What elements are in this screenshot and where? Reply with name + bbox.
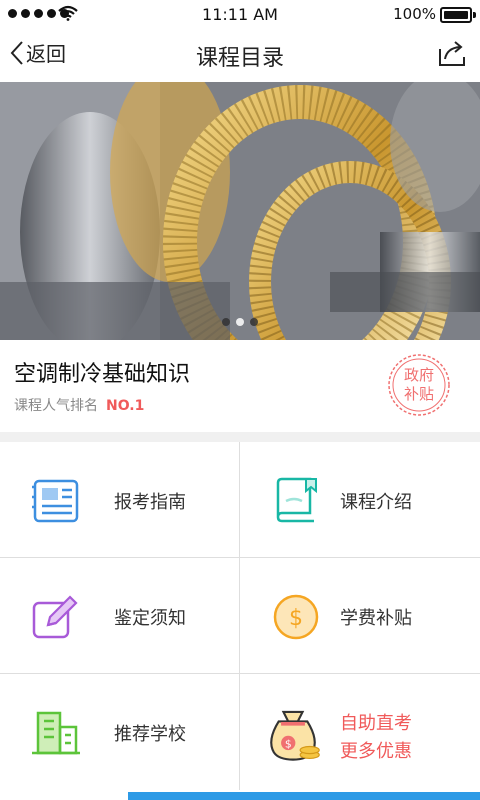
course-title: 空调制冷基础知识 (14, 362, 191, 387)
status-bar: 11:11 AM 100% (0, 0, 480, 28)
newspaper-icon (32, 479, 79, 523)
course-rank: 课程人气排名 NO.1 (14, 395, 144, 415)
menu-label: 鉴定须知 (114, 608, 186, 629)
bottom-action-strip (0, 790, 480, 800)
menu-item-recommended-schools[interactable]: 推荐学校 (0, 674, 240, 790)
section-divider (0, 432, 480, 442)
menu-label: 学费补贴 (340, 608, 412, 629)
battery-icon (440, 7, 472, 23)
menu-item-appraisal-notes[interactable]: 鉴定须知 (0, 558, 240, 674)
subsidy-stamp: 政府 补贴 (386, 352, 452, 418)
rank-label: 课程人气排名 (14, 398, 98, 414)
dollar-coin-icon: $ (273, 594, 319, 640)
money-bag-icon: $ (270, 710, 320, 761)
school-building-icon (32, 711, 80, 755)
navigation-bar: 返回 课程目录 (0, 28, 480, 82)
carousel-indicator[interactable] (0, 318, 480, 326)
carousel-dot[interactable] (222, 318, 230, 326)
menu-label: 推荐学校 (114, 724, 186, 745)
course-info: 空调制冷基础知识 课程人气排名 NO.1 政府 补贴 (0, 340, 480, 432)
carousel-dot-active[interactable] (236, 318, 244, 326)
book-bookmark-icon (276, 477, 317, 523)
menu-label: 课程介绍 (340, 492, 412, 513)
menu-item-exam-guide[interactable]: 报考指南 (0, 442, 240, 558)
battery-percent: 100% (393, 5, 436, 23)
carousel-dot[interactable] (250, 318, 258, 326)
promo-line-1: 自助直考 (340, 713, 412, 734)
bottom-action-button[interactable] (128, 792, 480, 800)
banner-image (0, 82, 480, 340)
menu-item-course-intro[interactable]: 课程介绍 (240, 442, 480, 558)
svg-text:$: $ (289, 606, 303, 631)
promo-line-2: 更多优惠 (340, 741, 412, 762)
battery-tip (473, 12, 476, 18)
menu-item-self-exam-promo[interactable]: $ 自助直考 更多优惠 (240, 674, 480, 790)
edit-pencil-icon (32, 595, 78, 639)
page-title: 课程目录 (195, 46, 284, 71)
course-menu-grid: 报考指南 课程介绍 鉴定须知 $ 学费补贴 推荐学校 $ 自助直考 更多优惠 (0, 442, 480, 790)
rank-value: NO.1 (106, 398, 145, 414)
svg-text:$: $ (285, 738, 292, 751)
menu-label: 报考指南 (114, 492, 186, 513)
share-icon[interactable] (438, 39, 466, 67)
stamp-text: 政府 补贴 (386, 366, 452, 404)
promo-label: 自助直考 更多优惠 (340, 710, 412, 766)
menu-item-tuition-subsidy[interactable]: $ 学费补贴 (240, 558, 480, 674)
stamp-line: 政府 补贴 (403, 366, 434, 403)
banner-carousel[interactable] (0, 82, 480, 340)
